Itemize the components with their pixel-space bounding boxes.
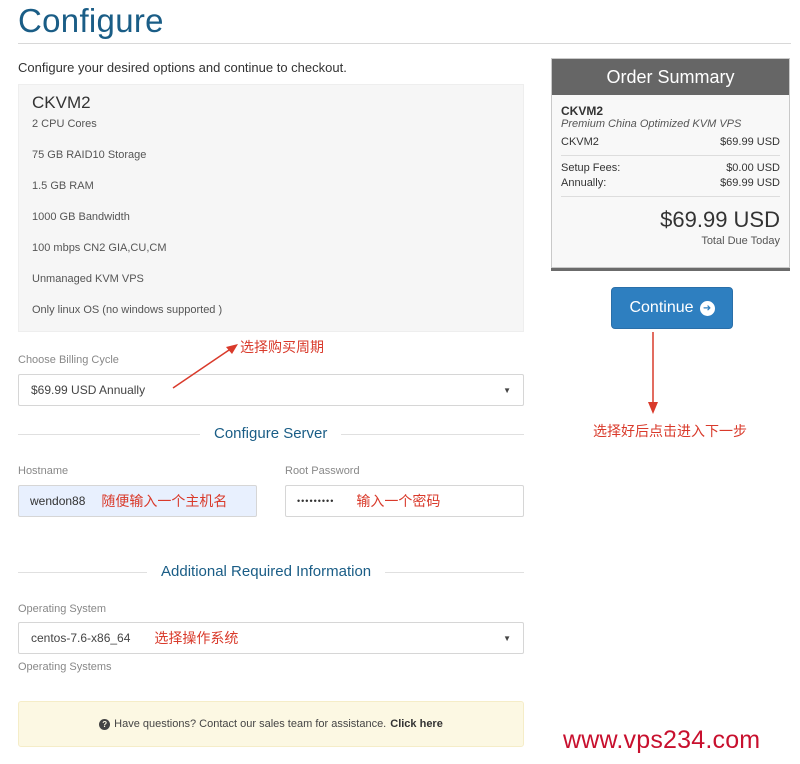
operating-system-value: centos-7.6-x86_64 — [31, 631, 131, 645]
line-item-price: $69.99 USD — [720, 136, 780, 148]
summary-divider — [561, 155, 780, 156]
operating-system-help: Operating Systems — [18, 661, 112, 673]
billing-cycle-value: $69.99 USD Annually — [31, 383, 146, 397]
product-name: CKVM2 — [32, 93, 91, 112]
root-password-label: Root Password — [285, 465, 360, 477]
intro-text: Configure your desired options and conti… — [18, 60, 347, 75]
caret-down-icon: ▼ — [503, 633, 511, 643]
feature-ram: 1.5 GB RAM — [32, 180, 94, 192]
question-circle-icon: ? — [99, 718, 111, 730]
annotation-os: 选择操作系统 — [154, 630, 239, 646]
operating-system-select[interactable]: centos-7.6-x86_64 选择操作系统 ▼ — [18, 622, 524, 654]
title-divider — [18, 43, 791, 44]
operating-system-label: Operating System — [18, 603, 107, 615]
summary-product-desc: Premium China Optimized KVM VPS — [561, 118, 742, 130]
summary-total: $69.99 USD — [660, 207, 780, 232]
feature-storage: 75 GB RAID10 Storage — [32, 149, 147, 161]
help-alert: ? Have questions? Contact our sales team… — [18, 701, 524, 747]
hostname-label: Hostname — [18, 465, 69, 477]
annotation-arrow-continue — [648, 332, 658, 414]
summary-setup-fees: Setup Fees: $0.00 USD — [561, 161, 780, 176]
feature-management: Unmanaged KVM VPS — [32, 273, 144, 285]
summary-product-name: CKVM2 — [561, 104, 604, 118]
feature-cpu: 2 CPU Cores — [32, 118, 97, 130]
hostname-value: wendon88 — [30, 494, 86, 508]
order-summary-panel: Order Summary CKVM2 Premium China Optimi… — [551, 58, 790, 268]
help-text: Have questions? Contact our sales team f… — [114, 718, 387, 730]
continue-button[interactable]: Continue ➜ — [611, 287, 733, 329]
root-password-input[interactable]: ••••••••• 输入一个密码 — [285, 485, 524, 517]
root-password-value: ••••••••• — [297, 496, 335, 506]
setup-fees-value: $0.00 USD — [726, 162, 780, 174]
order-summary-title: Order Summary — [552, 59, 789, 95]
annotation-billing: 选择购买周期 — [240, 339, 324, 355]
setup-fees-label: Setup Fees: — [561, 162, 621, 174]
continue-label: Continue — [629, 299, 694, 316]
billing-cycle-select[interactable]: $69.99 USD Annually ▼ — [18, 374, 524, 406]
arrow-circle-right-icon: ➜ — [699, 300, 715, 316]
summary-divider — [561, 196, 780, 197]
caret-down-icon: ▼ — [503, 385, 511, 395]
annotation-continue: 选择好后点击进入下一步 — [593, 423, 747, 439]
configure-server-heading: Configure Server — [200, 425, 342, 442]
watermark: www.vps234.com — [563, 726, 761, 754]
product-details-panel: CKVM2 2 CPU Cores 75 GB RAID10 Storage 1… — [18, 84, 524, 332]
contact-sales-link[interactable]: Click here — [390, 718, 443, 730]
summary-annually: Annually: $69.99 USD — [561, 176, 780, 191]
page-title: Configure — [18, 2, 164, 39]
feature-os-note: Only linux OS (no windows supported ) — [32, 304, 223, 316]
additional-info-heading: Additional Required Information — [147, 563, 386, 580]
billing-cycle-label: Choose Billing Cycle — [18, 354, 119, 366]
annotation-arrow-billing — [172, 344, 238, 389]
annually-value: $69.99 USD — [720, 177, 780, 189]
feature-network: 100 mbps CN2 GIA,CU,CM — [32, 242, 167, 254]
annotation-password: 输入一个密码 — [356, 493, 441, 509]
summary-line-item: CKVM2 $69.99 USD — [561, 135, 780, 150]
hostname-input[interactable]: wendon88 随便输入一个主机名 — [18, 485, 257, 517]
summary-total-label: Total Due Today — [701, 235, 780, 247]
feature-bandwidth: 1000 GB Bandwidth — [32, 211, 130, 223]
annually-label: Annually: — [561, 177, 607, 189]
annotation-hostname: 随便输入一个主机名 — [101, 493, 228, 509]
line-item-name: CKVM2 — [561, 136, 599, 148]
